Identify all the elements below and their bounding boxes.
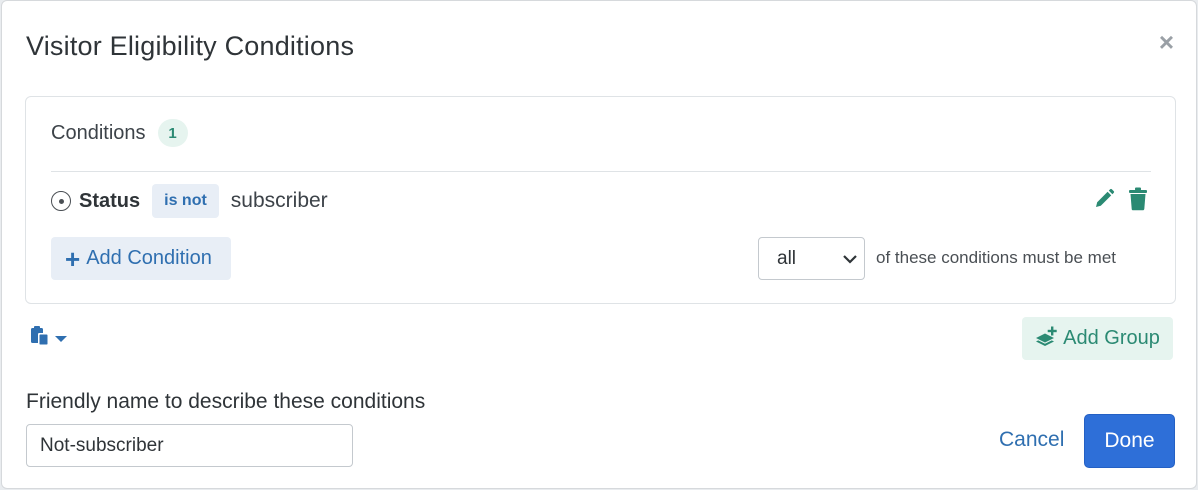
add-group-button[interactable]: Add Group (1022, 317, 1173, 360)
conditions-panel: Conditions 1 Status is not subscriber + … (25, 96, 1176, 304)
condition-field: Status (79, 189, 141, 212)
friendly-name-input[interactable] (26, 424, 353, 467)
done-button[interactable]: Done (1084, 414, 1175, 468)
condition-operator-badge: is not (152, 184, 219, 218)
add-group-label: Add Group (1063, 327, 1160, 349)
match-mode-suffix: of these conditions must be met (876, 248, 1117, 267)
modal-title: Visitor Eligibility Conditions (26, 31, 355, 61)
clipboard-dropdown-button[interactable] (30, 325, 67, 352)
caret-down-icon (55, 330, 67, 348)
trash-icon[interactable] (1127, 187, 1149, 211)
pencil-icon[interactable] (1093, 187, 1115, 211)
conditions-count-badge: 1 (157, 119, 188, 147)
condition-value: subscriber (230, 189, 328, 212)
chevron-down-icon (842, 248, 858, 270)
condition-row: Status is not subscriber (51, 183, 328, 219)
conditions-header: Conditions 1 (51, 119, 188, 147)
match-mode-select[interactable]: all (758, 237, 865, 280)
divider (51, 171, 1151, 172)
clipboard-icon (30, 325, 52, 352)
conditions-title: Conditions (51, 121, 146, 144)
close-button[interactable]: × (1159, 29, 1174, 55)
plus-icon: + (65, 243, 81, 274)
condition-actions (1093, 187, 1149, 211)
friendly-name-label: Friendly name to describe these conditio… (26, 390, 426, 413)
conditions-modal: Visitor Eligibility Conditions × Conditi… (1, 0, 1197, 489)
target-icon (51, 191, 71, 211)
cancel-button[interactable]: Cancel (999, 428, 1064, 452)
layer-plus-icon (1035, 326, 1057, 352)
match-mode-value: all (777, 247, 797, 269)
add-condition-label: Add Condition (86, 247, 212, 269)
add-condition-button[interactable]: + Add Condition (51, 237, 231, 280)
